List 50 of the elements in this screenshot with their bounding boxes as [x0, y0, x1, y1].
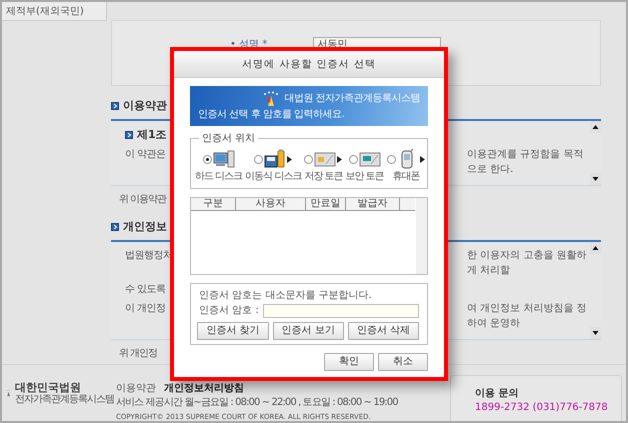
logo-subtitle: 전자가족관계등록시스템 [15, 394, 114, 405]
field-label: 인증서 암호 : [199, 304, 259, 318]
sidebar-item[interactable]: 제적부(재외국민) [2, 2, 107, 21]
option-label: 저장 토큰 [304, 170, 343, 184]
bullet-icon [111, 102, 119, 110]
dialog-button[interactable]: 취소 [378, 353, 428, 371]
note-text: 위 개인정 [119, 348, 158, 358]
computer-icon [212, 149, 235, 169]
emblem-icon [262, 90, 280, 106]
body-text: 여 개인정보 처리방침을 정하여 운영하 [467, 302, 588, 330]
hint-text: 인증서 암호는 대소문자를 구분합니다. [199, 289, 373, 303]
contact-title: 이용 문의 [475, 387, 520, 401]
dialog-title: 서명에 사용할 인증서 선택 [174, 51, 444, 78]
disk-drive-icon [264, 149, 286, 169]
section-heading: 개인정보 [123, 219, 167, 235]
bullet-icon [125, 130, 133, 139]
option-label: 휴대폰 [392, 170, 420, 184]
option-label: 보안 토큰 [346, 170, 384, 184]
body-text: 수 있도록 [125, 282, 167, 296]
column-header: 만료일 [306, 198, 346, 210]
article-title: 제1조 [137, 126, 167, 142]
note-text: 위 이용약관 [119, 194, 166, 205]
password-field[interactable] [262, 304, 419, 318]
footer-link[interactable]: 개인정보처리방침 [164, 383, 244, 395]
body-text: 한 이용자의 고충을 원활하게 처리할 [467, 248, 588, 278]
certificate-button[interactable]: 인증서 보기 [272, 322, 344, 340]
footer-link[interactable]: 이용약관 [116, 383, 156, 395]
radio-button[interactable] [348, 154, 358, 164]
banner-brand: 대법원 전자가족관계등록시스템 [284, 92, 420, 104]
column-header: 구분 [191, 198, 236, 210]
bullet-icon [111, 223, 119, 232]
radio-button[interactable] [386, 154, 396, 164]
column-header: 사용자 [236, 198, 306, 210]
dialog-button[interactable]: 확인 [324, 353, 374, 371]
body-text: 이 약관은 [125, 148, 167, 162]
certificate-button[interactable]: 인증서 찾기 [197, 322, 269, 340]
option-label: 하드 디스크 [195, 170, 242, 184]
radio-button[interactable] [304, 154, 314, 164]
banner-message: 인증서 선택 후 암호를 입력하세요. [198, 108, 344, 120]
column-header: 발급자 [346, 198, 400, 210]
body-text: 이용관계를 규정함을 목적으로 한다. [467, 148, 584, 177]
section-heading: 이용약관 [123, 98, 167, 114]
radio-button[interactable] [254, 154, 264, 164]
certificate-button[interactable]: 인증서 삭제 [348, 322, 419, 340]
body-text: 이 개인정 [125, 302, 167, 316]
radio-button[interactable] [202, 154, 212, 164]
contact-phone: 1899-2732 (031)776-7878 [475, 401, 608, 414]
logo-title: 대한민국법원 [15, 381, 82, 394]
option-label: 이동식 디스크 [245, 170, 302, 184]
service-hours: 서비스 제공시간 월~금요일 : 08:00 ~ 22:00 , 토요일 : 08:00 ~ 19:00 [116, 397, 398, 408]
